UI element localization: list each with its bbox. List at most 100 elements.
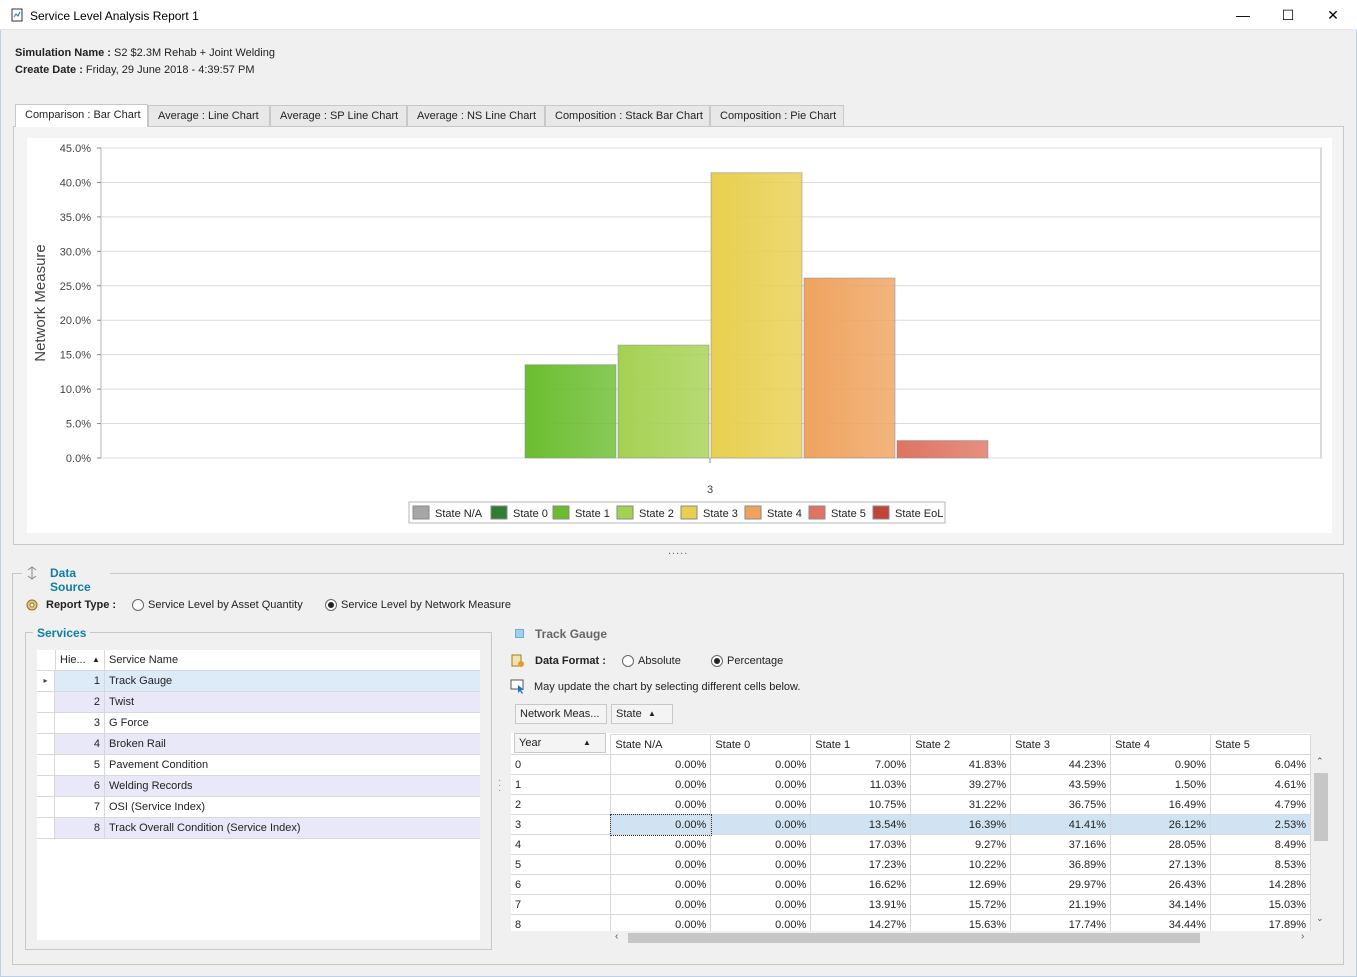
service-name-cell[interactable]: Welding Records: [105, 776, 480, 796]
value-cell[interactable]: 34.44%: [1110, 914, 1212, 931]
value-cell[interactable]: 16.39%: [910, 814, 1012, 835]
value-cell[interactable]: 34.14%: [1110, 894, 1212, 915]
value-cell[interactable]: 0.90%: [1110, 754, 1212, 775]
data-source-header[interactable]: Data Source: [22, 564, 110, 594]
value-cell[interactable]: 8.53%: [1210, 854, 1311, 875]
vertical-scroll-thumb[interactable]: [1314, 773, 1328, 841]
scroll-down-icon[interactable]: ⌄: [1316, 913, 1324, 924]
value-cell[interactable]: 27.13%: [1110, 854, 1212, 875]
table-row[interactable]: 8 0.00% 0.00% 14.27% 15.63% 17.74% 34.44% 17.89…: [511, 914, 1311, 931]
column-header-state[interactable]: State N/A: [610, 734, 712, 755]
value-cell[interactable]: 26.43%: [1110, 874, 1212, 895]
value-cell[interactable]: 0.00%: [710, 814, 812, 835]
service-row[interactable]: 4 Broken Rail: [37, 734, 480, 755]
value-cell[interactable]: 10.75%: [810, 794, 912, 815]
row-selector[interactable]: [37, 755, 55, 775]
radio-asset-quantity-label[interactable]: Service Level by Asset Quantity: [148, 599, 303, 611]
row-selector[interactable]: [37, 797, 55, 817]
column-header-state[interactable]: State 5: [1210, 734, 1311, 755]
value-cell[interactable]: 0.00%: [710, 874, 812, 895]
service-hierarchy-cell[interactable]: 3: [55, 713, 105, 733]
table-row[interactable]: 6 0.00% 0.00% 16.62% 12.69% 29.97% 26.43% 14.28…: [511, 874, 1311, 895]
value-cell[interactable]: 0.00%: [710, 914, 812, 931]
tab-composition-pie-chart[interactable]: Composition : Pie Chart: [710, 105, 844, 127]
value-cell[interactable]: 6.04%: [1210, 754, 1311, 775]
scroll-right-icon[interactable]: ›: [1301, 931, 1304, 942]
column-header-service-name[interactable]: Service Name: [109, 650, 178, 670]
radio-network-measure-label[interactable]: Service Level by Network Measure: [341, 599, 511, 611]
service-name-cell[interactable]: Twist: [105, 692, 480, 712]
value-cell[interactable]: 1.50%: [1110, 774, 1212, 795]
filter-state[interactable]: State ▲: [611, 704, 673, 724]
value-cell[interactable]: 13.54%: [810, 814, 912, 835]
value-cell[interactable]: 13.91%: [810, 894, 912, 915]
close-button[interactable]: ✕: [1310, 0, 1356, 30]
value-cell[interactable]: 17.03%: [810, 834, 912, 855]
value-cell[interactable]: 11.03%: [810, 774, 912, 795]
service-row[interactable]: 7 OSI (Service Index): [37, 797, 480, 818]
table-row[interactable]: 2 0.00% 0.00% 10.75% 31.22% 36.75% 16.49% 4.79%: [511, 794, 1311, 815]
value-cell[interactable]: 0.00%: [710, 774, 812, 795]
value-cell[interactable]: 17.89%: [1210, 914, 1311, 931]
value-cell[interactable]: 0.00%: [610, 754, 712, 775]
service-name-cell[interactable]: Track Gauge: [105, 671, 480, 691]
service-row[interactable]: 6 Welding Records: [37, 776, 480, 797]
value-cell[interactable]: 10.22%: [910, 854, 1012, 875]
value-cell[interactable]: 14.28%: [1210, 874, 1311, 895]
vertical-splitter-grip[interactable]: · · ·: [498, 776, 501, 796]
value-cell[interactable]: 15.63%: [910, 914, 1012, 931]
value-cell[interactable]: 0.00%: [610, 834, 712, 855]
value-cell[interactable]: 16.62%: [810, 874, 912, 895]
service-hierarchy-cell[interactable]: 5: [55, 755, 105, 775]
radio-absolute-label[interactable]: Absolute: [638, 655, 681, 667]
value-cell[interactable]: 37.16%: [1010, 834, 1112, 855]
value-cell[interactable]: 0.00%: [610, 854, 712, 875]
column-header-state[interactable]: State 1: [810, 734, 912, 755]
value-cell[interactable]: 17.74%: [1010, 914, 1112, 931]
service-row[interactable]: 5 Pavement Condition: [37, 755, 480, 776]
service-name-cell[interactable]: Pavement Condition: [105, 755, 480, 775]
table-row[interactable]: 7 0.00% 0.00% 13.91% 15.72% 21.19% 34.14% 15.03…: [511, 894, 1311, 915]
value-cell[interactable]: 0.00%: [610, 794, 712, 815]
row-selector[interactable]: [37, 692, 55, 712]
value-cell[interactable]: 4.61%: [1210, 774, 1311, 795]
value-cell[interactable]: 36.89%: [1010, 854, 1112, 875]
service-name-cell[interactable]: Track Overall Condition (Service Index): [105, 818, 480, 838]
table-row[interactable]: 5 0.00% 0.00% 17.23% 10.22% 36.89% 27.13% 8.53%: [511, 854, 1311, 875]
value-cell[interactable]: 43.59%: [1010, 774, 1112, 795]
value-cell[interactable]: 0.00%: [710, 834, 812, 855]
value-cell[interactable]: 17.23%: [810, 854, 912, 875]
value-cell[interactable]: 0.00%: [710, 854, 812, 875]
table-row[interactable]: 0 0.00% 0.00% 7.00% 41.83% 44.23% 0.90% 6.04%: [511, 754, 1311, 775]
column-header-state[interactable]: State 4: [1110, 734, 1212, 755]
tab-composition-stack-bar-chart[interactable]: Composition : Stack Bar Chart: [545, 105, 710, 127]
value-cell[interactable]: 0.00%: [610, 914, 712, 931]
value-cell[interactable]: 0.00%: [610, 874, 712, 895]
service-hierarchy-cell[interactable]: 8: [55, 818, 105, 838]
radio-absolute[interactable]: [622, 655, 634, 667]
vertical-scrollbar[interactable]: ⌃ ⌄: [1313, 755, 1329, 931]
column-header-state[interactable]: State 2: [910, 734, 1012, 755]
panel-splitter[interactable]: .....: [668, 545, 688, 557]
value-cell[interactable]: 0.00%: [710, 894, 812, 915]
value-cell[interactable]: 7.00%: [810, 754, 912, 775]
value-cell[interactable]: 0.00%: [710, 794, 812, 815]
horizontal-scroll-thumb[interactable]: [628, 933, 1200, 943]
value-cell[interactable]: 36.75%: [1010, 794, 1112, 815]
service-row[interactable]: 2 Twist: [37, 692, 480, 713]
table-row[interactable]: 1 0.00% 0.00% 11.03% 39.27% 43.59% 1.50% 4.61%: [511, 774, 1311, 795]
value-cell[interactable]: 14.27%: [810, 914, 912, 931]
service-name-cell[interactable]: Broken Rail: [105, 734, 480, 754]
radio-asset-quantity[interactable]: [132, 599, 144, 611]
value-cell[interactable]: 31.22%: [910, 794, 1012, 815]
value-cell[interactable]: 16.49%: [1110, 794, 1212, 815]
service-row[interactable]: ▸ 1 Track Gauge: [37, 671, 480, 692]
horizontal-scrollbar[interactable]: ‹ ›: [611, 931, 1313, 945]
filter-network-measure[interactable]: Network Meas...: [515, 704, 607, 724]
service-name-cell[interactable]: OSI (Service Index): [105, 797, 480, 817]
tab-comparison-bar-chart[interactable]: Comparison : Bar Chart: [15, 104, 148, 127]
service-hierarchy-cell[interactable]: 6: [55, 776, 105, 796]
value-cell[interactable]: 4.79%: [1210, 794, 1311, 815]
value-cell[interactable]: 41.83%: [910, 754, 1012, 775]
scroll-left-icon[interactable]: ‹: [615, 931, 618, 942]
